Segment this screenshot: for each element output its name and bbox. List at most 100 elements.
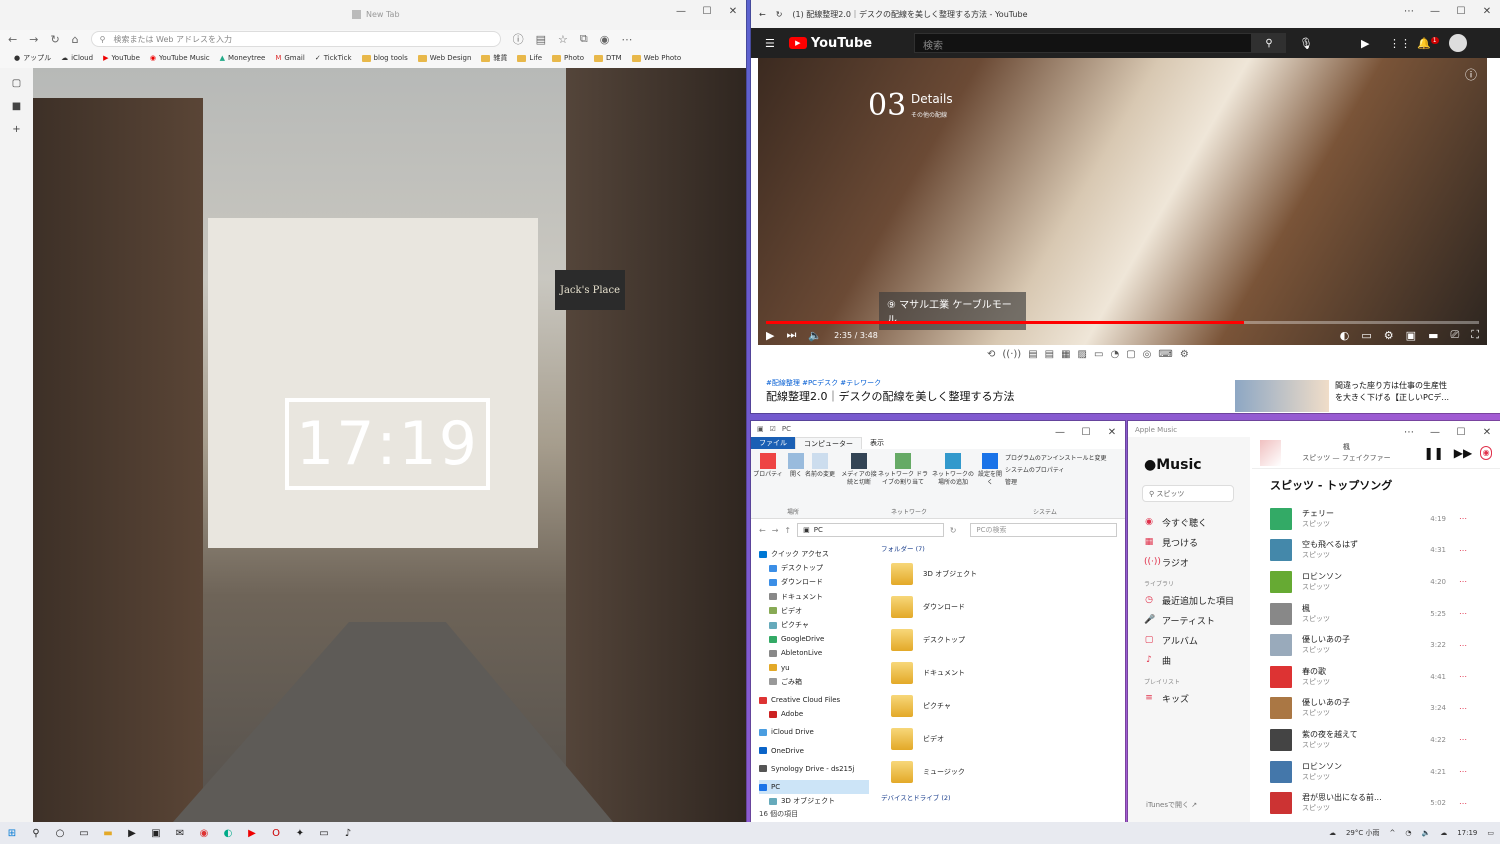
calendar-icon[interactable]: ▦ bbox=[1061, 349, 1070, 360]
rewind-icon[interactable]: ▤ bbox=[1045, 349, 1054, 360]
miniplayer-icon[interactable]: ▣ bbox=[1406, 329, 1416, 342]
new-tab-icon[interactable]: + bbox=[12, 124, 20, 135]
folder-item[interactable]: ピクチャ bbox=[879, 689, 1113, 722]
bookmark-folder[interactable]: Web Photo bbox=[631, 54, 681, 62]
image-icon[interactable]: ▨ bbox=[1078, 349, 1087, 360]
tab-file[interactable]: ファイル bbox=[751, 437, 795, 449]
bookmark-folder[interactable]: Photo bbox=[552, 54, 584, 62]
more-icon[interactable]: ⋯ bbox=[1396, 0, 1422, 22]
volume-icon[interactable]: 🔈 bbox=[1421, 829, 1430, 837]
devices-group-header[interactable]: デバイスとドライブ (2) bbox=[881, 792, 1113, 802]
close-icon[interactable]: ✕ bbox=[1474, 0, 1500, 22]
more-icon[interactable]: ⋯ bbox=[1456, 577, 1470, 586]
loop-icon[interactable]: ⟲ bbox=[987, 349, 995, 360]
song-row[interactable]: 君が思い出になる前... スピッツ 5:02 ⋯ bbox=[1270, 787, 1470, 819]
volume-icon[interactable]: 🔈 bbox=[808, 329, 822, 342]
nav-tree-item[interactable]: クイック アクセス bbox=[759, 547, 869, 561]
playlist-kids[interactable]: ≡ キッズ bbox=[1144, 688, 1234, 708]
nav-tree-item[interactable]: OneDrive bbox=[759, 744, 869, 758]
subtitles-icon[interactable]: ▭ bbox=[1361, 329, 1371, 342]
close-icon[interactable]: ✕ bbox=[1099, 421, 1125, 443]
open-settings-button[interactable]: 設定を開く bbox=[977, 453, 1003, 487]
youtube-logo[interactable]: ▶ YouTube bbox=[788, 36, 872, 51]
more-icon[interactable]: ⋯ bbox=[1456, 514, 1470, 523]
search-input[interactable]: ⚲ スピッツ bbox=[1142, 485, 1234, 502]
weather-text[interactable]: 29°C 小雨 bbox=[1346, 828, 1380, 838]
system-properties-link[interactable]: システムのプロパティ bbox=[1005, 465, 1106, 477]
address-bar[interactable]: ⚲ 検索または Web アドレスを入力 bbox=[90, 31, 501, 47]
minimize-icon[interactable]: — bbox=[668, 0, 694, 22]
media-connect-button[interactable]: メディアの接続と切断 bbox=[841, 453, 877, 487]
nav-tree-item[interactable]: AbletonLive bbox=[759, 646, 869, 660]
windows-start-icon[interactable]: ⊞ bbox=[6, 827, 18, 839]
edge-tab[interactable]: New Tab bbox=[352, 10, 400, 19]
nav-tree-item[interactable]: ピクチャ bbox=[759, 618, 869, 632]
cloud-icon[interactable]: ☁ bbox=[1440, 829, 1447, 837]
bookmark-folder[interactable]: DTM bbox=[594, 54, 622, 62]
mail-icon[interactable]: ✉ bbox=[174, 827, 186, 839]
nav-tree-item[interactable]: ドキュメント bbox=[759, 590, 869, 604]
next-icon[interactable]: ▶▶ bbox=[1454, 446, 1472, 460]
audio-icon[interactable]: ((·)) bbox=[1002, 349, 1021, 360]
youtube-icon[interactable]: ▶ bbox=[246, 827, 258, 839]
more-icon[interactable]: ⋯ bbox=[1456, 672, 1470, 681]
opera-icon[interactable]: O bbox=[270, 827, 282, 839]
video-player[interactable]: 03 Details その他の配線 ⓘ ⑨ マサル工業 ケーブルモール ▶ ⏭ … bbox=[758, 58, 1487, 345]
chrome-icon[interactable]: ◉ bbox=[198, 827, 210, 839]
quick-access-toolbar-icon[interactable]: ☑ bbox=[770, 425, 776, 433]
search-icon[interactable]: ⚲ bbox=[30, 827, 42, 839]
bell-icon[interactable]: 🔔 1 bbox=[1417, 37, 1439, 50]
task-view-icon[interactable]: ▭ bbox=[78, 827, 90, 839]
folder-item[interactable]: ドキュメント bbox=[879, 656, 1113, 689]
back-icon[interactable]: ← bbox=[8, 33, 17, 46]
back-icon[interactable]: ← bbox=[759, 10, 766, 19]
screen-icon[interactable]: ▭ bbox=[318, 827, 330, 839]
refresh-icon[interactable]: ↻ bbox=[776, 10, 783, 19]
nav-tree-item[interactable]: GoogleDrive bbox=[759, 632, 869, 646]
progress-bar[interactable] bbox=[766, 321, 1479, 324]
collections-icon[interactable]: ⧉ bbox=[580, 32, 588, 46]
bookmark-ticktick[interactable]: ✓ TickTick bbox=[315, 54, 352, 62]
speed-icon[interactable]: ◔ bbox=[1110, 349, 1119, 360]
refresh-icon[interactable]: ↻ bbox=[50, 33, 59, 46]
music-icon[interactable]: ♪ bbox=[342, 827, 354, 839]
more-icon[interactable]: ⋯ bbox=[1456, 767, 1470, 776]
folder-item[interactable]: ダウンロード bbox=[879, 590, 1113, 623]
song-row[interactable]: ロビンソン スピッツ 4:20 ⋯ bbox=[1270, 566, 1470, 598]
nav-tree-item[interactable]: Creative Cloud Files bbox=[759, 693, 869, 707]
terminal-icon[interactable]: ▣ bbox=[150, 827, 162, 839]
folders-group-header[interactable]: フォルダー (7) bbox=[881, 543, 1113, 553]
more-icon[interactable]: ⋯ bbox=[1456, 704, 1470, 713]
folder-item[interactable]: ミュージック bbox=[879, 755, 1113, 788]
keyboard-icon[interactable]: ⌨ bbox=[1158, 349, 1172, 360]
properties-button[interactable]: プロパティ bbox=[753, 453, 783, 479]
notifications-icon[interactable]: ▭ bbox=[1487, 829, 1494, 837]
maximize-icon[interactable]: ☐ bbox=[694, 0, 720, 22]
address-bar[interactable]: ▣ PC bbox=[797, 523, 944, 537]
pause-icon[interactable]: ❚❚ bbox=[1424, 446, 1444, 460]
bookmark-apple[interactable]: ● アップル bbox=[14, 53, 51, 63]
home-icon[interactable]: ⌂ bbox=[72, 33, 79, 46]
maximize-icon[interactable]: ☐ bbox=[1448, 0, 1474, 22]
vertical-tab-icon[interactable]: ■ bbox=[12, 101, 21, 112]
song-row[interactable]: 優しいあの子 スピッツ 3:22 ⋯ bbox=[1270, 629, 1470, 661]
camera-icon[interactable]: ◎ bbox=[1143, 349, 1152, 360]
nav-tree-item[interactable]: 3D オブジェクト bbox=[759, 794, 869, 808]
add-network-location-button[interactable]: ネットワークの場所の追加 bbox=[931, 453, 975, 487]
nav-listen-now[interactable]: ◉ 今すぐ聴く bbox=[1144, 512, 1234, 532]
nav-browse[interactable]: ▦ 見つける bbox=[1144, 532, 1234, 552]
recommended-video[interactable]: 間違った座り方は仕事の生産性 を大きく下げる【正しいPCデ... bbox=[1235, 380, 1485, 412]
nav-tree-item[interactable]: ごみ箱 bbox=[759, 675, 869, 689]
bookmark-gmail[interactable]: M Gmail bbox=[275, 54, 304, 62]
wifi-icon[interactable]: ◔ bbox=[1405, 829, 1411, 837]
bookmark-folder[interactable]: Web Design bbox=[417, 54, 471, 62]
theater-icon[interactable]: ▬ bbox=[1428, 329, 1438, 342]
manage-link[interactable]: 管理 bbox=[1005, 477, 1106, 489]
tab-actions-icon[interactable]: ▢ bbox=[12, 78, 21, 89]
more-icon[interactable]: ⋯ bbox=[1456, 641, 1470, 650]
menu-icon[interactable]: ☰ bbox=[765, 37, 775, 50]
edge-icon[interactable]: ◐ bbox=[222, 827, 234, 839]
more-icon[interactable]: ⋯ bbox=[1456, 735, 1470, 744]
nav-tree-item[interactable]: ダウンロード bbox=[759, 575, 869, 589]
extension-icon[interactable]: ▤ bbox=[536, 33, 546, 46]
